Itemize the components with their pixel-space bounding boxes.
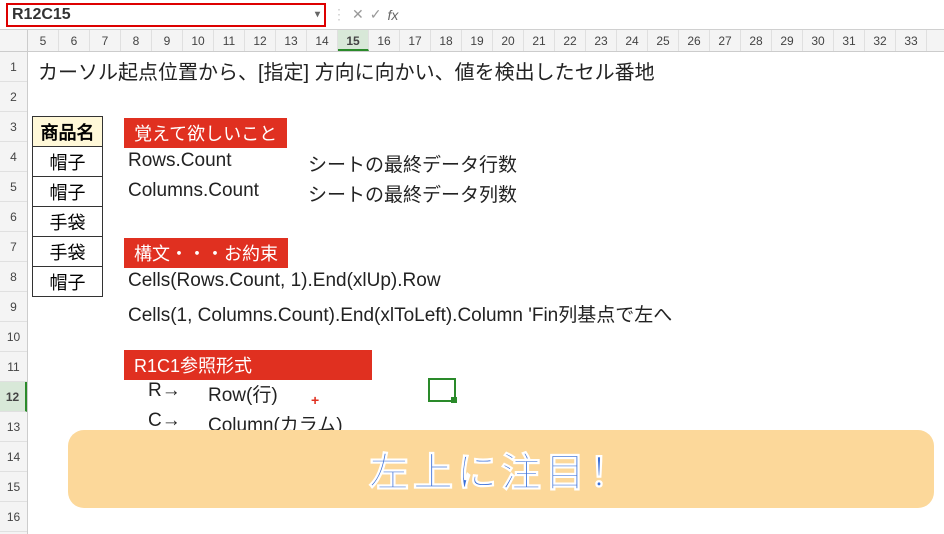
column-header[interactable]: 14	[307, 30, 338, 51]
chevron-down-icon[interactable]: ▾	[315, 9, 320, 20]
column-header[interactable]: 7	[90, 30, 121, 51]
section-label-syntax: 構文・・・お約束	[124, 238, 288, 268]
column-header[interactable]: 19	[462, 30, 493, 51]
name-box-value: R12C15	[12, 6, 71, 24]
text: Columns.Count	[128, 180, 259, 202]
column-header[interactable]: 18	[431, 30, 462, 51]
row-header[interactable]: 9	[0, 292, 27, 322]
fx-icon[interactable]: fx	[387, 7, 398, 23]
row-header[interactable]: 16	[0, 502, 27, 532]
row-header[interactable]: 3	[0, 112, 27, 142]
column-header[interactable]: 12	[245, 30, 276, 51]
table-row[interactable]: 手袋	[33, 207, 103, 237]
column-header[interactable]: 22	[555, 30, 586, 51]
column-header[interactable]: 33	[896, 30, 927, 51]
row-header[interactable]: 13	[0, 412, 27, 442]
cells-area[interactable]: カーソル起点位置から、[指定] 方向に向かい、値を検出したセル番地 商品名 帽子…	[28, 52, 944, 534]
row-header[interactable]: 8	[0, 262, 27, 292]
row-header[interactable]: 12	[0, 382, 27, 412]
column-header[interactable]: 10	[183, 30, 214, 51]
row-header[interactable]: 7	[0, 232, 27, 262]
column-header[interactable]: 17	[400, 30, 431, 51]
column-header[interactable]: 6	[59, 30, 90, 51]
table-row[interactable]: 手袋	[33, 237, 103, 267]
column-header[interactable]: 31	[834, 30, 865, 51]
callout-banner: 左上に注目！	[68, 430, 934, 508]
column-header[interactable]: 5	[28, 30, 59, 51]
selected-cell[interactable]	[428, 378, 456, 402]
text: C→	[148, 410, 181, 432]
text: R→	[148, 380, 181, 402]
text: Cells(Rows.Count, 1).End(xlUp).Row	[128, 270, 441, 292]
row-header[interactable]: 1	[0, 52, 27, 82]
row-headers: 12345678910111213141516	[0, 52, 28, 534]
column-header[interactable]: 29	[772, 30, 803, 51]
column-header[interactable]: 30	[803, 30, 834, 51]
text: Rows.Count	[128, 150, 232, 172]
plus-icon: +	[311, 392, 319, 408]
column-header[interactable]: 13	[276, 30, 307, 51]
fx-controls: ⋮ ✕ ✓ fx	[332, 6, 398, 23]
callout-text: 左上に注目！	[369, 440, 633, 498]
text: シートの最終データ列数	[308, 180, 517, 207]
section-label-r1c1: R1C1参照形式	[124, 350, 372, 380]
column-header[interactable]: 8	[121, 30, 152, 51]
table-row[interactable]: 帽子	[33, 177, 103, 207]
column-header[interactable]: 11	[214, 30, 245, 51]
cancel-icon[interactable]: ✕	[352, 6, 364, 23]
product-table: 商品名 帽子 帽子 手袋 手袋 帽子	[32, 116, 103, 297]
column-header[interactable]: 23	[586, 30, 617, 51]
column-header[interactable]: 32	[865, 30, 896, 51]
row-header[interactable]: 10	[0, 322, 27, 352]
column-header[interactable]: 26	[679, 30, 710, 51]
confirm-icon[interactable]: ✓	[370, 6, 382, 23]
row-header[interactable]: 6	[0, 202, 27, 232]
fill-handle[interactable]	[451, 397, 457, 403]
page-title: カーソル起点位置から、[指定] 方向に向かい、値を検出したセル番地	[38, 56, 655, 85]
select-all-corner[interactable]	[0, 30, 28, 51]
column-header[interactable]: 24	[617, 30, 648, 51]
column-header[interactable]: 27	[710, 30, 741, 51]
column-header[interactable]: 25	[648, 30, 679, 51]
row-header[interactable]: 2	[0, 82, 27, 112]
table-row[interactable]: 帽子	[33, 147, 103, 177]
text: Row(行)	[208, 380, 278, 407]
name-box[interactable]: R12C15 ▾	[6, 3, 326, 27]
row-header[interactable]: 4	[0, 142, 27, 172]
row-header[interactable]: 5	[0, 172, 27, 202]
column-header[interactable]: 9	[152, 30, 183, 51]
column-header[interactable]: 28	[741, 30, 772, 51]
row-header[interactable]: 14	[0, 442, 27, 472]
formula-bar: R12C15 ▾ ⋮ ✕ ✓ fx	[0, 0, 944, 30]
column-header[interactable]: 15	[338, 30, 369, 51]
formula-input[interactable]	[404, 4, 938, 26]
row-header[interactable]: 11	[0, 352, 27, 382]
column-header[interactable]: 21	[524, 30, 555, 51]
row-header[interactable]: 15	[0, 472, 27, 502]
column-header[interactable]: 16	[369, 30, 400, 51]
table-row[interactable]: 帽子	[33, 267, 103, 297]
text: シートの最終データ行数	[308, 150, 517, 177]
section-label-remember: 覚えて欲しいこと	[124, 118, 287, 148]
column-headers: 5678910111213141516171819202122232425262…	[0, 30, 944, 52]
text: Cells(1, Columns.Count).End(xlToLeft).Co…	[128, 300, 672, 327]
table-header[interactable]: 商品名	[33, 117, 103, 147]
column-header[interactable]: 20	[493, 30, 524, 51]
